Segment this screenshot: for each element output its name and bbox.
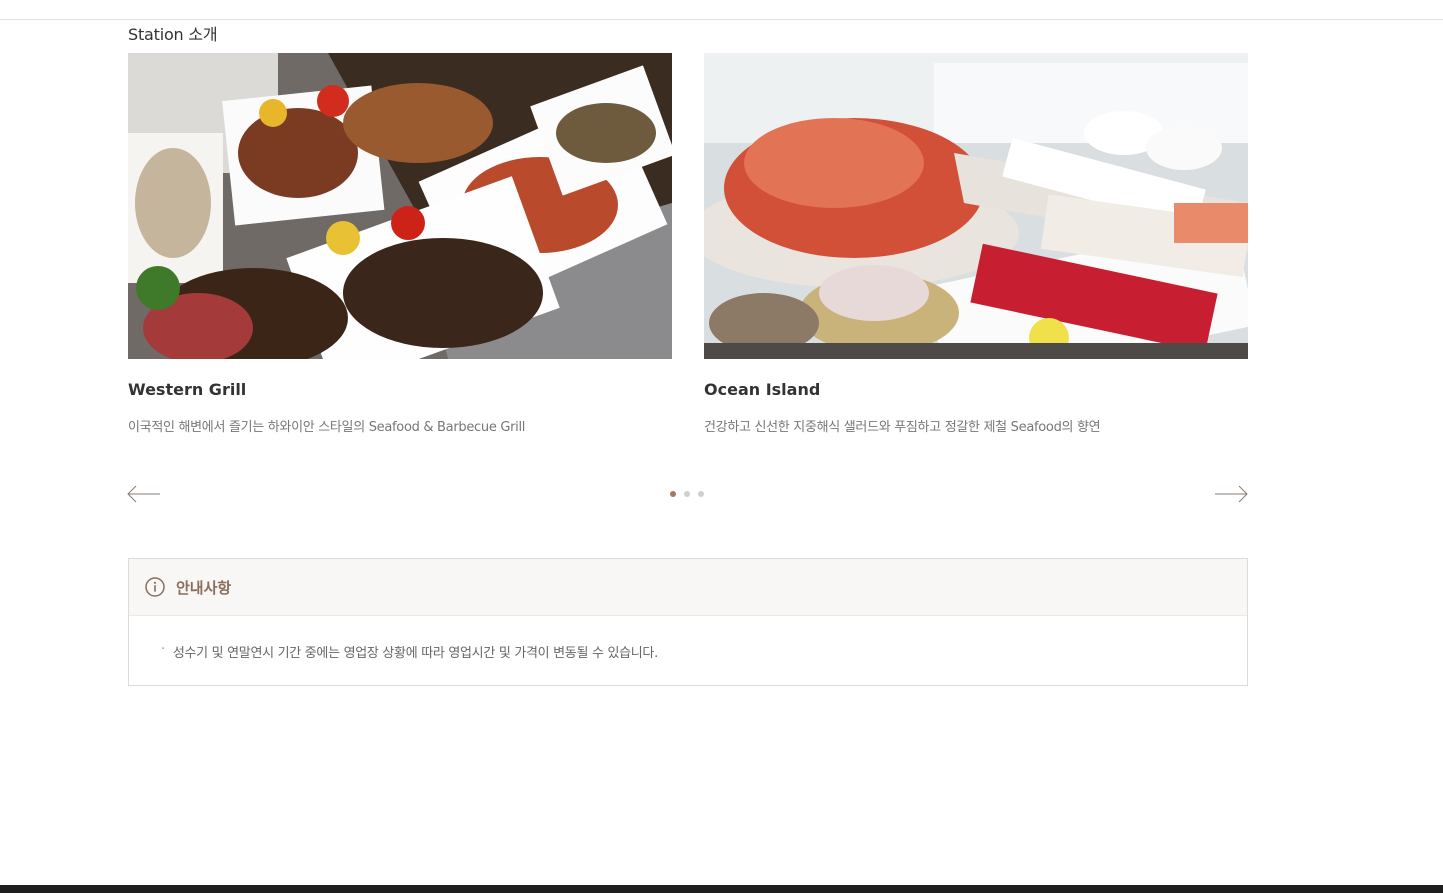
notice-box: 안내사항 · 성수기 및 연말연시 기간 중에는 영업장 상황에 따라 영업시간… — [128, 558, 1248, 686]
notice-header: 안내사항 — [129, 559, 1247, 616]
slide-title: Western Grill — [128, 380, 247, 399]
footer-bar — [0, 885, 1443, 893]
pagination-dot[interactable] — [684, 491, 690, 497]
bullet-icon: · — [161, 642, 165, 657]
slide-image — [128, 53, 672, 359]
pagination-dot[interactable] — [698, 491, 704, 497]
arrow-left-icon[interactable] — [127, 484, 161, 504]
slide-ocean-island[interactable]: Ocean Island 건강하고 신선한 지중해식 샐러드와 푸짐하고 정갈한… — [704, 53, 1248, 435]
notice-item: 성수기 및 연말연시 기간 중에는 영업장 상황에 따라 영업시간 및 가격이 … — [172, 646, 658, 661]
info-icon — [145, 577, 165, 597]
carousel-pagination — [670, 491, 704, 497]
slide-description: 건강하고 신선한 지중해식 샐러드와 푸짐하고 정갈한 제철 Seafood의 … — [704, 420, 1101, 435]
pagination-dot[interactable] — [670, 491, 676, 497]
slide-title: Ocean Island — [704, 380, 821, 399]
arrow-right-icon[interactable] — [1214, 484, 1248, 504]
notice-title: 안내사항 — [176, 578, 232, 597]
notice-list: · 성수기 및 연말연시 기간 중에는 영업장 상황에 따라 영업시간 및 가격… — [129, 616, 1247, 661]
slide-image — [704, 53, 1248, 359]
slide-western-grill[interactable]: Western Grill 이국적인 해변에서 즐기는 하와이안 스타일의 Se… — [128, 53, 672, 435]
section-title: Station 소개 — [128, 25, 218, 44]
header-divider — [0, 0, 1443, 20]
slide-description: 이국적인 해변에서 즐기는 하와이안 스타일의 Seafood & Barbec… — [128, 420, 526, 435]
